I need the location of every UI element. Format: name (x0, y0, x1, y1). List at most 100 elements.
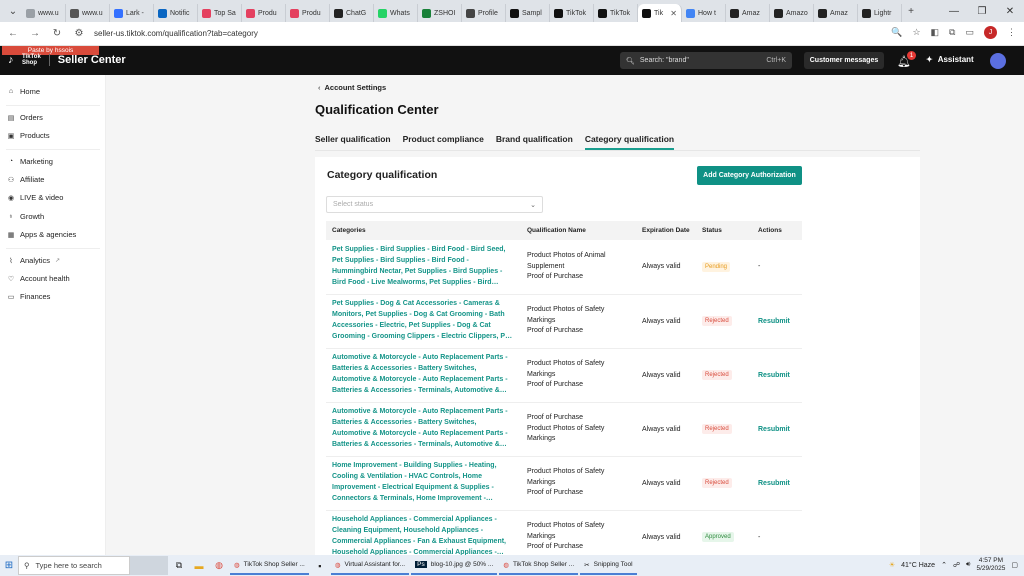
taskbar-app-tiktok-1[interactable]: ◍ TikTok Shop Seller ... (230, 556, 309, 575)
assistant-button[interactable]: ✦ Assistant (926, 55, 974, 64)
windows-start-icon[interactable]: ⊞ (0, 557, 18, 575)
sidebar-item-home[interactable]: ⌂ Home (7, 87, 40, 96)
task-view-icon[interactable]: ⧉ (170, 557, 188, 575)
sidebar-icon[interactable]: ▭ (965, 27, 974, 38)
clock[interactable]: 4:57 PM 5/29/2025 (976, 557, 1005, 573)
browser-tab[interactable]: Notific (154, 4, 198, 22)
header-search[interactable]: 🔍︎ Search: "brand" Ctrl+K (620, 52, 792, 69)
snipping-tool-icon: ✂ (584, 561, 590, 569)
add-category-authorization-button[interactable]: Add Category Authorization (697, 166, 802, 185)
back-icon[interactable]: ← (6, 27, 20, 41)
browser-tab[interactable]: www.u (22, 4, 66, 22)
category-cell[interactable]: Pet Supplies - Dog & Cat Accessories - C… (326, 294, 521, 349)
new-tab-icon[interactable]: + (902, 2, 920, 20)
close-window-icon[interactable]: ✕ (996, 0, 1024, 22)
status-select[interactable]: Select status ⌄ (326, 196, 543, 213)
sidebar-item-affiliate[interactable]: ⚇ Affiliate (7, 175, 45, 184)
zoom-icon[interactable]: 🔍 (891, 27, 902, 38)
browser-tab[interactable]: Amaz (726, 4, 770, 22)
browser-tab[interactable]: Sampl (506, 4, 550, 22)
taskbar-search[interactable]: ⚲ Type here to search (18, 556, 130, 575)
browser-tab[interactable]: Top Sa (198, 4, 242, 22)
browser-tab[interactable]: Produ (242, 4, 286, 22)
tab-search-icon[interactable]: ⌄ (4, 2, 22, 20)
table-row: Pet Supplies - Bird Supplies - Bird Food… (326, 240, 802, 295)
tab-seller-qualification[interactable]: Seller qualification (315, 134, 391, 150)
close-tab-icon[interactable]: ✕ (670, 9, 677, 18)
browser-tab-label: www.u (38, 9, 59, 17)
resubmit-link[interactable]: Resubmit (758, 426, 790, 433)
browser-tab[interactable]: Profile (462, 4, 506, 22)
browser-tab[interactable]: Lightr (858, 4, 902, 22)
sidebar-item-live-video[interactable]: ◉ LIVE & video (7, 193, 63, 202)
browser-tab-label: TikTok (566, 9, 586, 17)
breadcrumb[interactable]: ‹ Account Settings (318, 83, 386, 92)
weather-text[interactable]: 41°C Haze (901, 562, 935, 569)
tray-chevron-up-icon[interactable]: ⌃ (941, 561, 947, 569)
forward-icon[interactable]: → (28, 27, 42, 41)
browser-tab[interactable]: TikTok (550, 4, 594, 22)
extension-icon[interactable]: ◧ (931, 27, 940, 38)
category-cell[interactable]: Pet Supplies - Bird Supplies - Bird Food… (326, 240, 521, 295)
address-bar-row: ← → ↻ ⚙ seller-us.tiktok.com/qualificati… (0, 22, 1024, 46)
tiktok-shop-logo[interactable]: ♪ TikTok Shop Seller Center (8, 54, 126, 66)
tab-category-qualification[interactable]: Category qualification (584, 134, 675, 150)
account-health-icon: ♡ (7, 275, 15, 283)
search-highlight-image[interactable] (130, 556, 168, 575)
qualification-cell: Product Photos of Safety Markings Proof … (521, 294, 636, 349)
chrome-icon[interactable]: ◍ (210, 557, 228, 575)
sidebar-item-orders[interactable]: ▤ Orders (7, 113, 43, 122)
tab-product-compliance[interactable]: Product compliance (403, 134, 484, 150)
site-info-icon[interactable]: ⚙ (72, 27, 86, 41)
menu-icon[interactable]: ⋮ (1007, 27, 1016, 38)
sidebar-item-account-health[interactable]: ♡ Account health (7, 274, 70, 283)
profile-avatar[interactable]: J (984, 26, 997, 39)
browser-tab[interactable]: Produ (286, 4, 330, 22)
browser-tab[interactable]: ZSHOI (418, 4, 462, 22)
category-cell[interactable]: Automotive & Motorcycle - Auto Replaceme… (326, 348, 521, 403)
browser-tab[interactable]: Amaz (814, 4, 858, 22)
bookmark-star-icon[interactable]: ☆ (912, 27, 920, 38)
sidebar-item-apps-agencies[interactable]: ▦ Apps & agencies (7, 230, 77, 239)
browser-tab[interactable]: ChatG (330, 4, 374, 22)
browser-tab[interactable]: TikTok (594, 4, 638, 22)
customer-messages-button[interactable]: Customer messages (804, 52, 884, 69)
browser-tab[interactable]: Tik ✕ (638, 4, 682, 22)
maximize-icon[interactable]: ❐ (968, 0, 996, 22)
taskbar-app-snipping-tool[interactable]: ✂ Snipping Tool (580, 556, 637, 575)
sidebar-item-growth[interactable]: ♁ Growth (7, 212, 44, 221)
table-row: Automotive & Motorcycle - Auto Replaceme… (326, 348, 802, 403)
sidebar-item-analytics[interactable]: ⌇ Analytics ↗ (7, 256, 60, 265)
minimize-icon[interactable]: — (940, 0, 968, 22)
sidebar-item-finances[interactable]: ▭ Finances (7, 292, 51, 301)
taskbar-app-virtual-assistant[interactable]: ◍ Virtual Assistant for... (330, 556, 410, 575)
sidebar-item-products[interactable]: ▣ Products (7, 131, 50, 140)
taskbar-app-tiktok-2[interactable]: ◍ TikTok Shop Seller ... (499, 556, 579, 575)
volume-icon[interactable]: 🔊︎ (966, 561, 970, 569)
network-icon[interactable]: ☍ (953, 561, 960, 569)
sidebar-item-marketing[interactable]: ◔ Marketing (7, 157, 53, 166)
resubmit-link[interactable]: Resubmit (758, 318, 790, 325)
browser-tab[interactable]: www.u (66, 4, 110, 22)
browser-tab[interactable]: Whats (374, 4, 418, 22)
tab-brand-qualification[interactable]: Brand qualification (496, 134, 573, 150)
status-badge: Approved (702, 532, 734, 542)
notifications-icon[interactable]: ▢ (1011, 561, 1018, 569)
browser-tab[interactable]: How t (682, 4, 726, 22)
category-cell[interactable]: Automotive & Motorcycle - Auto Replaceme… (326, 402, 521, 457)
url-text[interactable]: seller-us.tiktok.com/qualification?tab=c… (94, 29, 258, 38)
reload-icon[interactable]: ↻ (50, 27, 64, 41)
resubmit-link[interactable]: Resubmit (758, 372, 790, 379)
file-explorer-icon[interactable]: ▬ (190, 557, 208, 575)
taskbar-app-photoshop[interactable]: Ps blog-10.jpg @ 50% ... (411, 556, 498, 575)
browser-tab[interactable]: Lark - (110, 4, 154, 22)
tab-favicon-icon (114, 8, 123, 18)
extensions-puzzle-icon[interactable]: ⧉ (949, 27, 955, 38)
action-cell: Resubmit (752, 294, 802, 349)
sidebar-item-label: Affiliate (20, 175, 45, 184)
resubmit-link[interactable]: Resubmit (758, 480, 790, 487)
user-avatar[interactable] (990, 53, 1006, 69)
browser-tab[interactable]: Amazo (770, 4, 814, 22)
category-cell[interactable]: Home Improvement - Building Supplies - H… (326, 456, 521, 511)
app-icon[interactable]: ▪ (311, 557, 329, 575)
